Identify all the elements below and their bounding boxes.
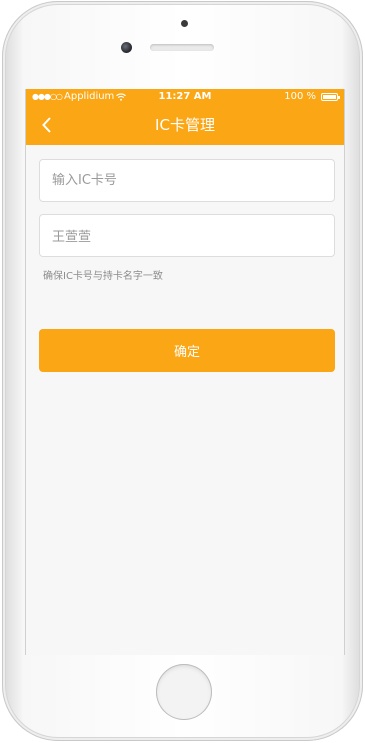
battery-level — [323, 95, 336, 99]
navigation-bar: IC卡管理 — [26, 105, 344, 145]
battery-percent: 100 % — [284, 91, 316, 102]
app-screen: ●●●○○ Applidium 11:27 AM 100 % IC卡管理 输入I… — [25, 89, 345, 655]
proximity-sensor — [181, 20, 188, 27]
home-button[interactable] — [156, 664, 212, 720]
hint-text: 确保IC卡号与持卡名字一致 — [43, 271, 163, 282]
card-number-input[interactable] — [40, 160, 334, 201]
front-camera — [121, 42, 132, 53]
card-number-field — [39, 159, 335, 202]
confirm-button[interactable]: 确定 — [39, 329, 335, 372]
top-bar: ●●●○○ Applidium 11:27 AM 100 % IC卡管理 — [26, 89, 344, 145]
battery-icon — [321, 93, 340, 101]
status-bar: ●●●○○ Applidium 11:27 AM 100 % — [26, 89, 344, 105]
card-holder-field — [39, 214, 335, 257]
earpiece-speaker — [150, 44, 214, 51]
card-holder-input[interactable] — [40, 215, 334, 256]
phone-frame: ●●●○○ Applidium 11:27 AM 100 % IC卡管理 输入I… — [2, 1, 363, 741]
page-title: IC卡管理 — [155, 116, 215, 134]
